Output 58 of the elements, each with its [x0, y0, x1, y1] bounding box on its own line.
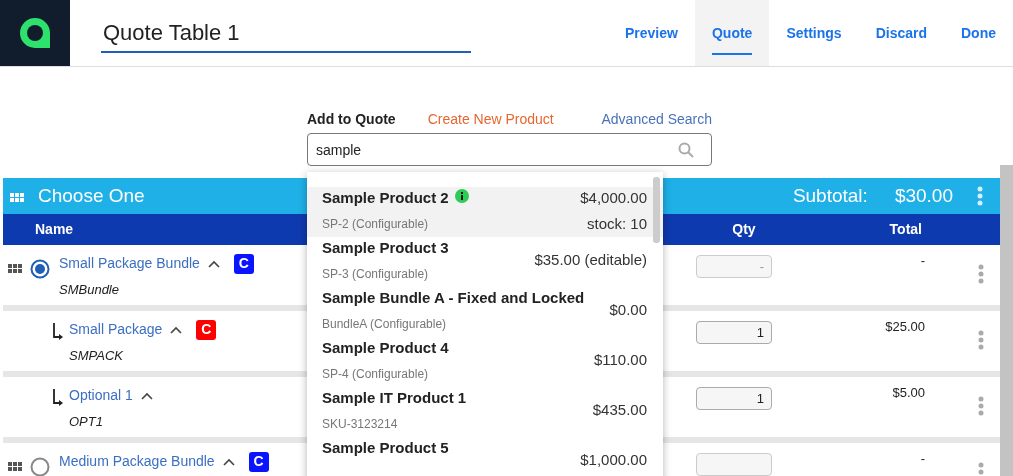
radio-button[interactable]: [30, 457, 50, 476]
subtotal-value: $30.00: [894, 183, 953, 208]
config-tag: C: [196, 319, 217, 340]
search-result[interactable]: Sample Product 3 SP-3 (Configurable) $35.00 (editable): [307, 237, 663, 287]
line-total: $5.00: [891, 384, 925, 402]
radio-button[interactable]: [30, 259, 50, 279]
search-result[interactable]: Sample Product 2 SP-2 (Configurable) $4,000.00 stock: 10: [307, 187, 663, 237]
search-result[interactable]: Sample Product 4 SP-4 (Configurable) $110.00: [307, 337, 663, 387]
drag-handle-icon: [8, 462, 22, 471]
child-arrow-icon: [52, 322, 64, 340]
title-field[interactable]: Quote Table 1: [101, 14, 471, 53]
caret-icon[interactable]: [207, 259, 220, 268]
field-label: Add to Quote: [307, 110, 396, 129]
nav-tab[interactable]: Quote: [694, 0, 770, 66]
nav-tab[interactable]: Discard: [858, 0, 944, 66]
search-result[interactable]: Sample Bundle A - Fixed and Locked BundleA (Configurable) $0.00: [307, 287, 663, 337]
drag-handle-icon: [8, 264, 22, 273]
search-result[interactable]: Sample Product 5 $1,000.00: [307, 437, 663, 476]
search-icon: [678, 142, 694, 158]
more-options-icon: [978, 395, 984, 416]
nav-tab[interactable]: Settings: [769, 0, 859, 66]
child-arrow-icon: [52, 388, 64, 406]
caret-icon[interactable]: [222, 457, 235, 466]
caret-icon[interactable]: [170, 325, 183, 334]
more-options-icon: [978, 263, 984, 284]
product-code: SMBundle: [59, 281, 120, 299]
line-total: -: [919, 252, 925, 270]
advanced-search-link[interactable]: Advanced Search: [601, 109, 712, 130]
column-header: Total: [889, 220, 922, 239]
more-options-icon: [978, 329, 984, 350]
search-result[interactable]: Sample IT Product 1 SKU-3123214 $435.00: [307, 387, 663, 437]
logo-icon: [17, 15, 53, 51]
product-link[interactable]: Optional 1: [69, 385, 133, 406]
line-total: -: [919, 450, 925, 468]
line-total: $25.00: [884, 318, 925, 336]
create-product-link[interactable]: Create New Product: [427, 109, 554, 130]
product-code: SMPACK: [69, 347, 124, 365]
product-link[interactable]: Medium Package Bundle: [59, 451, 215, 472]
more-options-icon: [977, 186, 983, 206]
quantity-field[interactable]: 1: [696, 387, 772, 410]
product-link[interactable]: Small Package: [69, 319, 163, 340]
quantity-field[interactable]: 1: [696, 321, 772, 344]
scrollbar-thumb[interactable]: [653, 177, 660, 243]
column-header: Qty: [732, 220, 756, 239]
search-field[interactable]: sample: [307, 133, 712, 166]
caret-icon[interactable]: [140, 391, 153, 400]
column-header: Name: [35, 220, 74, 239]
subtotal-label: Subtotal:: [792, 183, 868, 208]
nav-tab[interactable]: Done: [944, 0, 1013, 66]
group-title: Choose One: [38, 183, 145, 208]
drag-handle-icon: [10, 193, 24, 202]
product-code: OPT1: [69, 413, 104, 431]
config-tag: C: [233, 253, 254, 274]
product-link[interactable]: Small Package Bundle: [59, 253, 200, 274]
more-options-icon: [978, 461, 984, 476]
scrollbar[interactable]: [1000, 165, 1013, 476]
nav-tab[interactable]: Preview: [608, 0, 695, 66]
config-tag: C: [248, 451, 269, 472]
